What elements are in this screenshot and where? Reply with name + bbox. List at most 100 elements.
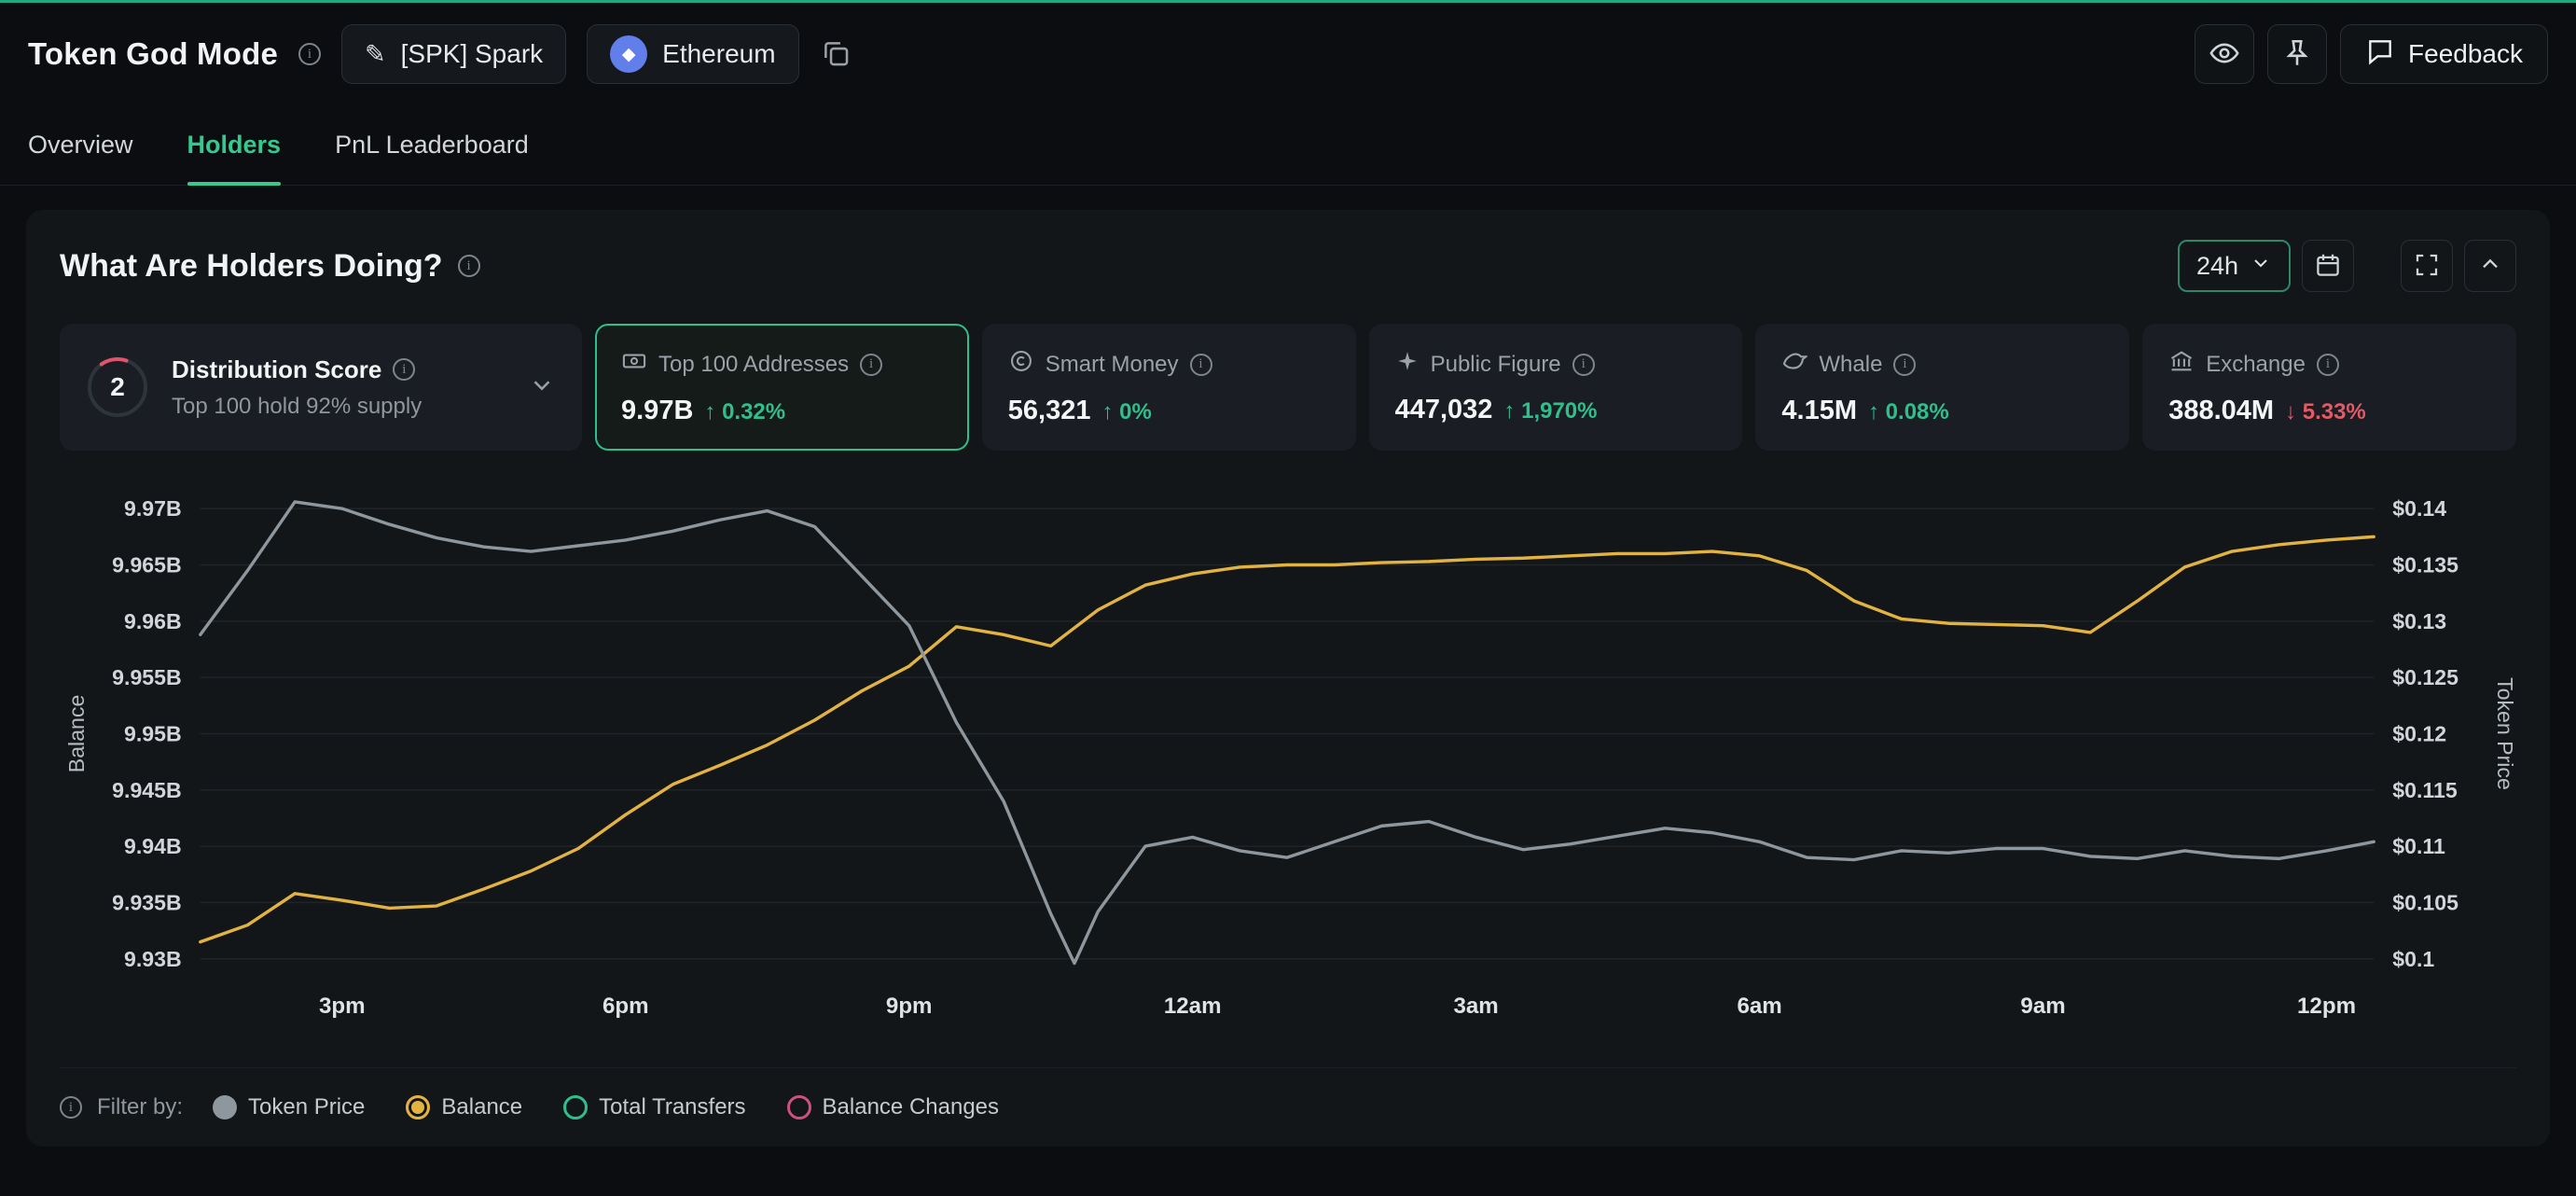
info-icon	[60, 1096, 82, 1119]
coin-icon	[1008, 348, 1034, 381]
svg-text:9.97B: 9.97B	[124, 496, 182, 521]
svg-text:9.94B: 9.94B	[124, 834, 182, 858]
svg-text:6am: 6am	[1737, 994, 1781, 1019]
stat-card-public-figure[interactable]: Public Figure 447,032 ↑ 1,970%	[1369, 324, 1743, 451]
collapse-panel-button[interactable]	[2464, 240, 2516, 292]
svg-text:12am: 12am	[1164, 994, 1222, 1019]
chart-filter-legend: Filter by: Token Price Balance Total Tra…	[60, 1067, 2516, 1120]
svg-text:9.935B: 9.935B	[112, 890, 182, 914]
whale-icon	[1781, 348, 1807, 381]
token-selector-label: [SPK] Spark	[401, 39, 544, 69]
svg-text:Token Price: Token Price	[2493, 677, 2517, 790]
svg-text:9pm: 9pm	[886, 994, 933, 1019]
stat-tiles: 2 Distribution Score Top 100 hold 92% su…	[60, 324, 2516, 451]
svg-text:$0.14: $0.14	[2392, 496, 2446, 521]
svg-text:9.93B: 9.93B	[124, 947, 182, 971]
legend-balance-changes[interactable]: Balance Changes	[787, 1094, 999, 1120]
stat-card-whale[interactable]: Whale 4.15M ↑ 0.08%	[1755, 324, 2129, 451]
svg-text:$0.105: $0.105	[2392, 890, 2458, 914]
stat-value: 9.97B	[621, 396, 693, 426]
pencil-icon: ✎	[365, 40, 386, 69]
calendar-button[interactable]	[2302, 240, 2354, 292]
info-icon	[2317, 354, 2339, 376]
app-header: Token God Mode ✎ [SPK] Spark ◆ Ethereum	[0, 3, 2576, 105]
distribution-score-gauge: 2	[86, 355, 149, 419]
info-icon	[1572, 354, 1595, 376]
stat-change: ↑ 0.32%	[704, 399, 785, 425]
fullscreen-button[interactable]	[2401, 240, 2453, 292]
svg-text:Balance: Balance	[64, 695, 89, 773]
stat-subtitle: Top 100 hold 92% supply	[172, 394, 506, 420]
distribution-score-value: 2	[86, 355, 149, 419]
stat-title: Distribution Score	[172, 355, 381, 384]
stat-title: Smart Money	[1046, 352, 1179, 378]
star-icon	[1395, 349, 1420, 380]
ethereum-icon: ◆	[610, 35, 647, 73]
filter-by-label: Filter by:	[97, 1094, 183, 1120]
pin-button[interactable]	[2267, 24, 2327, 84]
svg-text:3pm: 3pm	[319, 994, 366, 1019]
chain-selector-label: Ethereum	[662, 39, 775, 69]
balance-changes-swatch	[787, 1095, 811, 1120]
balance-swatch	[406, 1095, 430, 1120]
stat-title: Exchange	[2206, 352, 2306, 378]
info-icon	[1190, 354, 1212, 376]
feedback-button[interactable]: Feedback	[2340, 24, 2548, 84]
chain-selector[interactable]: ◆ Ethereum	[587, 24, 798, 84]
stat-change: ↓ 5.33%	[2285, 399, 2366, 425]
svg-text:12pm: 12pm	[2297, 994, 2356, 1019]
tab-overview[interactable]: Overview	[28, 105, 133, 185]
info-icon	[458, 255, 480, 277]
stat-card-smart-money[interactable]: Smart Money 56,321 ↑ 0%	[982, 324, 1356, 451]
svg-text:9am: 9am	[2020, 994, 2065, 1019]
fullscreen-icon	[2413, 251, 2441, 282]
token-selector[interactable]: ✎ [SPK] Spark	[341, 24, 566, 84]
timeframe-dropdown[interactable]: 24h	[2178, 240, 2291, 292]
total-transfers-swatch	[563, 1095, 588, 1120]
panel-title: What Are Holders Doing?	[60, 248, 443, 285]
tab-holders[interactable]: Holders	[187, 105, 282, 185]
svg-text:9.96B: 9.96B	[124, 609, 182, 633]
info-icon	[298, 43, 321, 65]
chevron-down-icon	[528, 371, 556, 404]
stat-change: ↑ 1,970%	[1503, 398, 1597, 424]
stat-card-top-100-addresses[interactable]: Top 100 Addresses 9.97B ↑ 0.32%	[595, 324, 969, 451]
legend-total-transfers[interactable]: Total Transfers	[563, 1094, 745, 1120]
page-title: Token God Mode	[28, 36, 278, 72]
copy-address-button[interactable]	[820, 37, 852, 72]
stat-value: 447,032	[1395, 395, 1493, 425]
eye-icon	[2209, 37, 2240, 72]
svg-text:$0.1: $0.1	[2392, 947, 2434, 971]
watch-button[interactable]	[2195, 24, 2254, 84]
svg-text:$0.13: $0.13	[2392, 609, 2446, 633]
info-icon	[860, 354, 882, 376]
chat-bubble-icon	[2365, 36, 2395, 73]
stat-value: 56,321	[1008, 396, 1091, 426]
stat-card-distribution-score[interactable]: 2 Distribution Score Top 100 hold 92% su…	[60, 324, 582, 451]
info-icon	[393, 358, 415, 381]
legend-balance[interactable]: Balance	[406, 1094, 522, 1120]
svg-text:$0.11: $0.11	[2392, 834, 2445, 858]
stat-value: 388.04M	[2168, 396, 2274, 426]
holders-panel: What Are Holders Doing? 24h	[26, 210, 2550, 1147]
svg-text:$0.125: $0.125	[2392, 665, 2458, 689]
svg-text:9.965B: 9.965B	[112, 553, 182, 577]
chevron-down-icon	[2250, 252, 2272, 281]
stat-title: Whale	[1819, 352, 1882, 378]
svg-text:$0.135: $0.135	[2392, 553, 2458, 577]
stat-title: Top 100 Addresses	[658, 352, 849, 378]
token-price-swatch	[213, 1095, 237, 1120]
stat-value: 4.15M	[1781, 396, 1857, 426]
svg-text:9.955B: 9.955B	[112, 665, 182, 689]
legend-token-price[interactable]: Token Price	[213, 1094, 365, 1120]
chevron-up-icon	[2477, 252, 2503, 281]
feedback-label: Feedback	[2408, 39, 2523, 69]
svg-text:6pm: 6pm	[602, 994, 649, 1019]
pin-icon	[2281, 37, 2313, 72]
tab-pnl-leaderboard[interactable]: PnL Leaderboard	[335, 105, 529, 185]
stat-change: ↑ 0.08%	[1868, 399, 1949, 425]
holders-chart: 9.93B$0.19.935B$0.1059.94B$0.119.945B$0.…	[60, 477, 2516, 1050]
stat-card-exchange[interactable]: Exchange 388.04M ↓ 5.33%	[2142, 324, 2516, 451]
stat-change: ↑ 0%	[1102, 399, 1152, 425]
bank-icon	[2168, 348, 2195, 381]
